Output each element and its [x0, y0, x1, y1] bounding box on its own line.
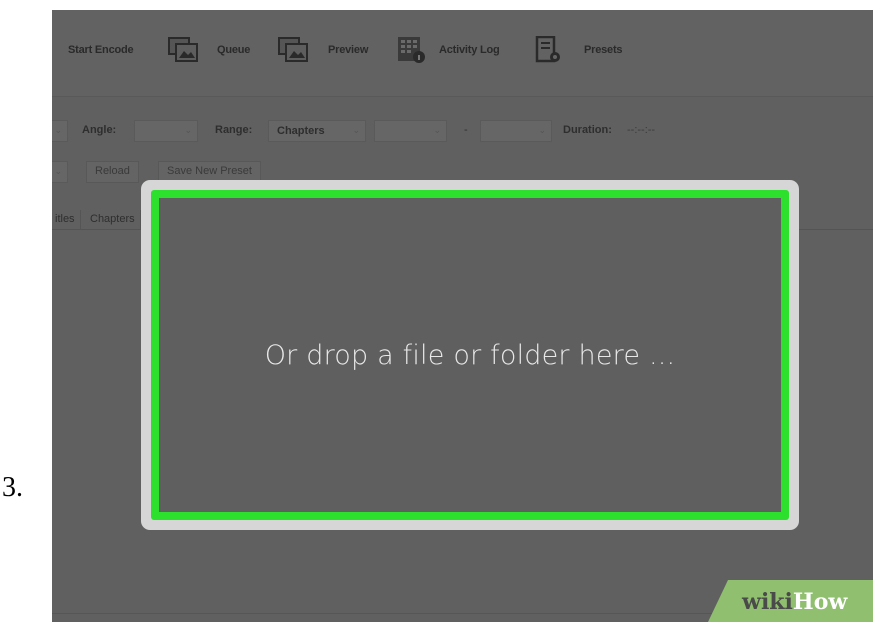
reload-button[interactable]: Reload — [86, 161, 139, 183]
dropdown-arrow-icon: ⌄ — [54, 125, 62, 135]
preview-button[interactable]: Preview — [328, 44, 368, 56]
preview-icon[interactable] — [277, 36, 309, 64]
range-value: Chapters — [277, 125, 325, 137]
toolbar: Start Encode Queue Preview Activity Log — [52, 10, 873, 97]
title-dropdown[interactable]: ⌄ — [52, 120, 68, 142]
presets-icon[interactable] — [533, 36, 565, 64]
duration-value: --:--:-- — [627, 124, 656, 136]
drop-zone-text: Or drop a file or folder here ... — [264, 340, 676, 371]
duration-label: Duration: — [563, 124, 612, 136]
tab-chapters[interactable]: Chapters — [85, 210, 141, 230]
dropdown-arrow-icon: ⌄ — [433, 125, 441, 135]
range-end-dropdown[interactable]: ⌄ — [480, 120, 552, 142]
range-start-dropdown[interactable]: ⌄ — [374, 120, 447, 142]
range-dropdown[interactable]: Chapters ⌄ — [268, 120, 366, 142]
drop-zone[interactable]: Or drop a file or folder here ... — [141, 180, 799, 530]
activity-log-icon[interactable] — [395, 36, 427, 64]
step-number: 3. — [2, 472, 23, 503]
dropdown-arrow-icon: ⌄ — [538, 125, 546, 135]
start-encode-button[interactable]: Start Encode — [68, 44, 134, 56]
dropdown-arrow-icon: ⌄ — [352, 125, 360, 135]
dropdown-arrow-icon: ⌄ — [184, 125, 192, 135]
queue-button[interactable]: Queue — [217, 44, 250, 56]
wikihow-watermark: wikiHow — [708, 580, 873, 622]
activity-log-button[interactable]: Activity Log — [439, 44, 500, 56]
preset-dropdown[interactable]: ⌄ — [52, 161, 68, 183]
watermark-how: How — [792, 589, 848, 615]
tab-subtitles[interactable]: itles — [52, 210, 81, 230]
drop-zone-area: Or drop a file or folder here ... — [159, 198, 781, 512]
range-label: Range: — [215, 124, 253, 136]
angle-label: Angle: — [82, 124, 117, 136]
presets-button[interactable]: Presets — [584, 44, 623, 56]
watermark-wiki: wiki — [742, 589, 793, 615]
queue-icon[interactable] — [167, 36, 199, 64]
angle-dropdown[interactable]: ⌄ — [134, 120, 198, 142]
range-separator: - — [464, 124, 468, 136]
dropdown-arrow-icon: ⌄ — [54, 166, 62, 176]
drop-zone-highlight: Or drop a file or folder here ... — [151, 190, 789, 520]
